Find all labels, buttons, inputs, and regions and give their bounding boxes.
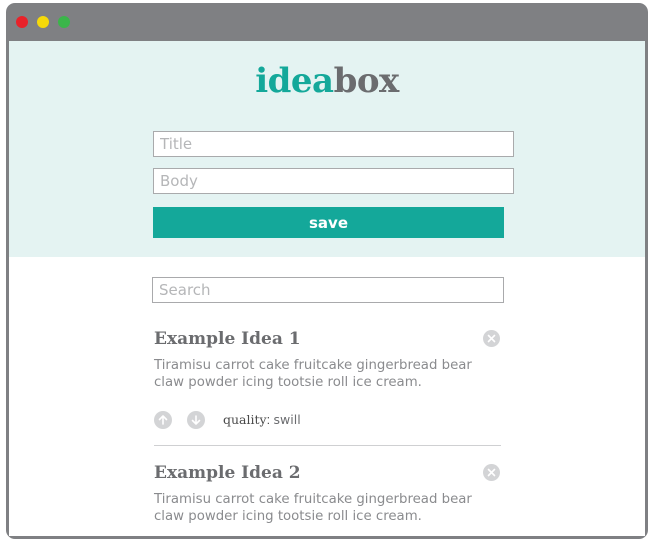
idea-body: Tiramisu carrot cake fruitcake gingerbre…	[154, 358, 472, 390]
arrow-down-icon	[191, 415, 201, 425]
title-input[interactable]	[153, 131, 514, 157]
save-button[interactable]: save	[153, 207, 504, 238]
arrow-up-icon	[158, 415, 168, 425]
maximize-window-button[interactable]	[58, 16, 70, 28]
delete-idea-button[interactable]	[483, 330, 500, 347]
app-logo: ideabox	[9, 61, 645, 101]
idea-title: Example Idea 1	[154, 329, 301, 349]
minimize-window-button[interactable]	[37, 16, 49, 28]
search-input[interactable]	[152, 277, 504, 303]
window-titlebar	[6, 3, 648, 41]
close-window-button[interactable]	[16, 16, 28, 28]
close-icon	[487, 334, 496, 343]
quality-label: quality	[223, 412, 267, 427]
browser-window: ideabox save Example Idea 1 Tiramisu car…	[6, 3, 648, 539]
quality-indicator: quality: swill	[223, 412, 301, 427]
idea-body: Tiramisu carrot cake fruitcake gingerbre…	[154, 492, 472, 524]
upvote-button[interactable]	[154, 411, 172, 429]
quality-value: swill	[273, 412, 301, 427]
downvote-button[interactable]	[187, 411, 205, 429]
logo-part-box: box	[333, 61, 400, 101]
page-content: ideabox save Example Idea 1 Tiramisu car…	[9, 41, 645, 536]
delete-idea-button[interactable]	[483, 464, 500, 481]
logo-part-idea: idea	[255, 61, 334, 101]
header-section: ideabox save	[9, 41, 645, 257]
body-input[interactable]	[153, 168, 514, 194]
quality-separator: :	[266, 413, 274, 427]
close-icon	[487, 468, 496, 477]
idea-title: Example Idea 2	[154, 463, 301, 483]
divider	[154, 445, 501, 446]
